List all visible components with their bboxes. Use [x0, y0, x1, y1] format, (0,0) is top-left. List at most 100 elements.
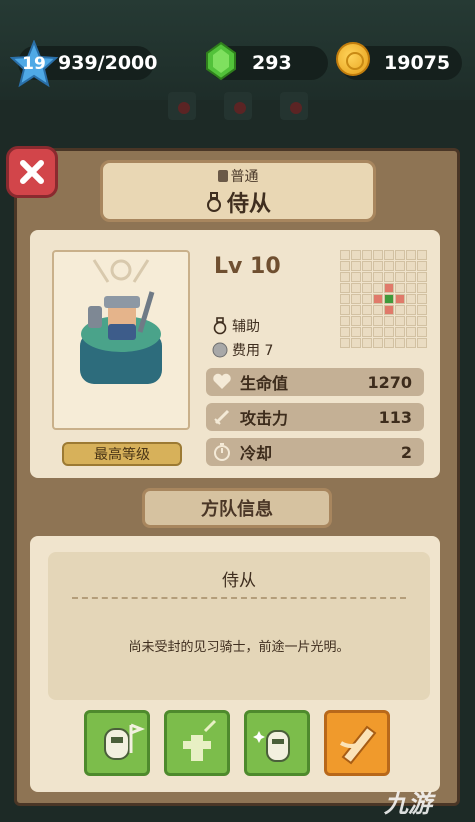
- unit-name-row: 侍从: [100, 186, 376, 218]
- grid-cell: [406, 327, 416, 337]
- watermark-logo: 九游: [384, 790, 432, 818]
- close-button[interactable]: [6, 146, 58, 198]
- knight-banner-icon: [104, 723, 146, 760]
- background-dot: [234, 102, 246, 114]
- background-slots: [0, 92, 475, 122]
- support-potion-icon: [206, 192, 221, 212]
- rarity-icon: [217, 170, 228, 182]
- stat-bar-attack: 攻击力 113: [206, 403, 424, 431]
- grid-cell: [417, 261, 427, 271]
- stat-value: 1270: [367, 372, 412, 392]
- grid-cell: [340, 272, 350, 282]
- gem-value: 293: [252, 52, 292, 74]
- grid-cell: [340, 316, 350, 326]
- grid-cell: [340, 305, 350, 315]
- grid-cell: [351, 283, 361, 293]
- role-label: 辅助: [232, 319, 260, 335]
- unit-portrait: [52, 250, 190, 430]
- grid-cell: [351, 272, 361, 282]
- grid-cell: [384, 250, 394, 260]
- description-text: 尚未受封的见习骑士，前途一片光明。: [128, 640, 350, 655]
- grid-cell: [362, 305, 372, 315]
- stat-label: 攻击力: [240, 409, 289, 428]
- timer-icon: [214, 443, 230, 461]
- grid-cell: [395, 283, 405, 293]
- sword-totem-icon: [183, 719, 217, 761]
- grid-cell: [351, 338, 361, 348]
- grid-cell: [406, 338, 416, 348]
- grid-cell: [362, 250, 372, 260]
- grid-cell: [384, 316, 394, 326]
- grid-cell: [362, 261, 372, 271]
- grid-cell: [351, 294, 361, 304]
- coin-icon: [336, 42, 370, 76]
- grid-cell: [395, 316, 405, 326]
- grid-cell: [417, 327, 427, 337]
- cost-row: 费用 7: [212, 340, 273, 360]
- grid-cell: [362, 272, 372, 282]
- stat-value: 2: [400, 442, 412, 462]
- grid-cell: [373, 272, 383, 282]
- grid-cell: [373, 261, 383, 271]
- description-title: 侍从: [222, 571, 256, 591]
- divider: [72, 597, 406, 599]
- skill-button-scroll[interactable]: [324, 710, 390, 776]
- skill-button-sparkle-knight[interactable]: [244, 710, 310, 776]
- grid-cell: [362, 316, 372, 326]
- grid-cell: [406, 316, 416, 326]
- grid-cell: [340, 327, 350, 337]
- grid-cell: [417, 305, 427, 315]
- sword-icon: [214, 409, 230, 425]
- grid-cell: [417, 250, 427, 260]
- grid-cell: [395, 261, 405, 271]
- grid-cell: [406, 272, 416, 282]
- cost-label: 费用 7: [232, 343, 274, 359]
- grid-cell: [373, 316, 383, 326]
- grid-cell: [373, 283, 383, 293]
- grid-cell: [417, 338, 427, 348]
- skill-button-sword-totem[interactable]: [164, 710, 230, 776]
- grid-cell: [395, 327, 405, 337]
- role-row: 辅助: [212, 316, 260, 336]
- grid-cell: [340, 283, 350, 293]
- grid-cell: [395, 338, 405, 348]
- stat-label: 生命值: [240, 374, 289, 393]
- scroll-icon: [339, 725, 377, 765]
- formation-section-title: 方队信息: [142, 488, 332, 528]
- support-role-icon: [213, 317, 227, 335]
- grid-cell: [395, 305, 405, 315]
- grid-cell: [351, 250, 361, 260]
- grid-cell: [362, 283, 372, 293]
- grid-cell: [384, 283, 394, 293]
- grid-cell: [340, 250, 350, 260]
- grid-cell: [384, 294, 394, 304]
- grid-cell: [373, 305, 383, 315]
- grid-cell: [417, 272, 427, 282]
- skill-button-knight-banner[interactable]: [84, 710, 150, 776]
- grid-cell: [362, 327, 372, 337]
- grid-cell: [384, 338, 394, 348]
- heart-icon: [213, 373, 231, 389]
- squire-portrait-icon: [80, 259, 162, 384]
- grid-cell: [351, 261, 361, 271]
- grid-cell: [351, 305, 361, 315]
- grid-cell: [406, 261, 416, 271]
- grid-cell: [373, 294, 383, 304]
- stat-value: 113: [378, 407, 412, 427]
- player-level: 19: [22, 54, 46, 74]
- background-dot: [178, 102, 190, 114]
- grid-cell: [351, 327, 361, 337]
- xp-value: 939/2000: [58, 52, 158, 74]
- cost-coin-icon: [212, 342, 228, 358]
- grid-cell: [417, 294, 427, 304]
- grid-cell: [373, 250, 383, 260]
- grid-cell: [340, 294, 350, 304]
- stat-label: 冷却: [240, 444, 273, 463]
- grid-cell: [406, 305, 416, 315]
- coin-value: 19075: [384, 52, 451, 74]
- grid-cell: [406, 283, 416, 293]
- formation-grid: [336, 246, 434, 350]
- grid-cell: [373, 338, 383, 348]
- grid-cell: [384, 272, 394, 282]
- unit-level: Lv 10: [214, 254, 281, 279]
